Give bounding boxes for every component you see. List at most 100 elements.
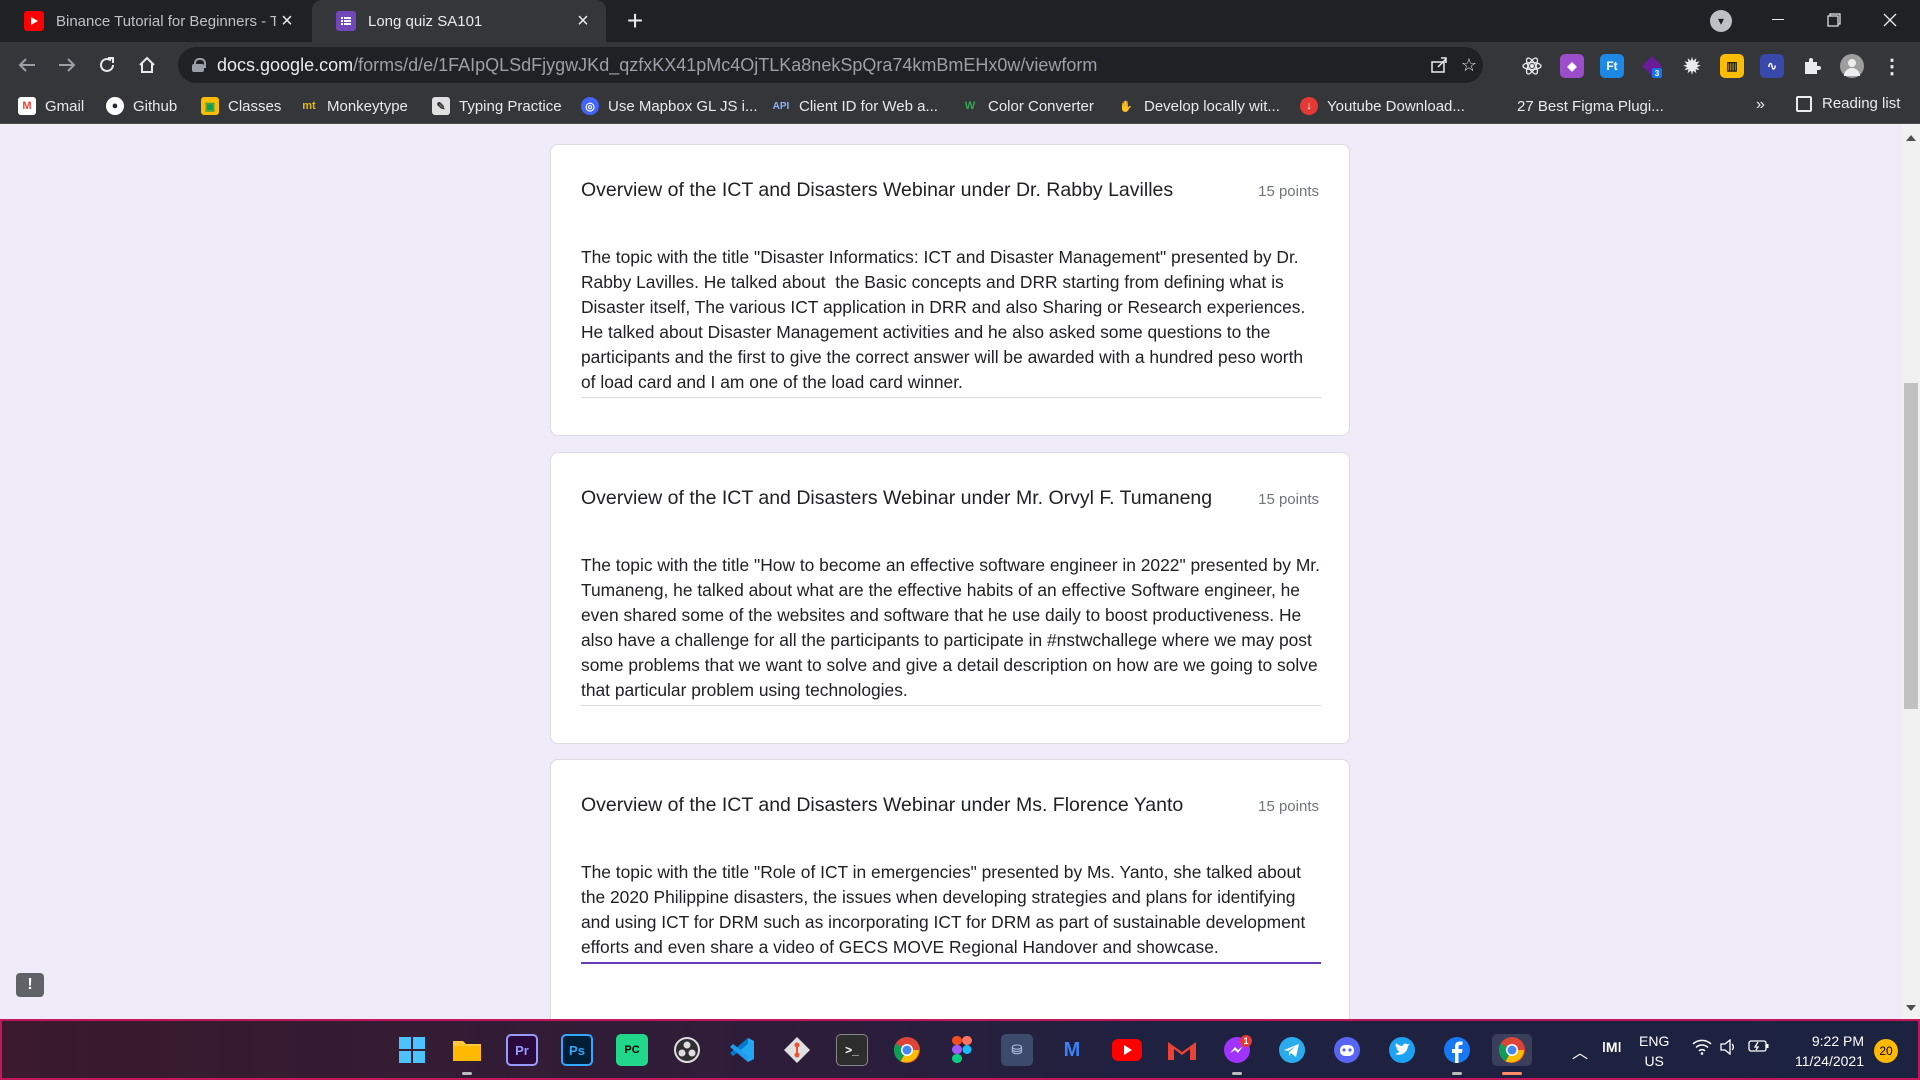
answer-textarea[interactable]: The topic with the title "Role of ICT in…: [581, 860, 1321, 964]
figma-icon[interactable]: [946, 1034, 978, 1066]
malwarebytes-icon[interactable]: M: [1056, 1034, 1088, 1066]
extension-badge-icon[interactable]: 3: [1640, 54, 1664, 78]
new-tab-button[interactable]: +: [620, 5, 650, 36]
messenger-extension-icon[interactable]: ∿: [1760, 54, 1784, 78]
bookmark-mapbox[interactable]: ◎ Use Mapbox GL JS i...: [581, 95, 758, 117]
bookmark-color-converter[interactable]: W Color Converter: [961, 95, 1094, 117]
chrome-icon[interactable]: [891, 1034, 923, 1066]
lock-icon[interactable]: [192, 58, 206, 72]
windows-taskbar: Pr Ps PC >_ ⛁ M 1 ︿ ǀMǀ ENG US 9:22 PM 1…: [0, 1019, 1920, 1080]
git-icon[interactable]: [781, 1034, 813, 1066]
bookmark-figma-plugins[interactable]: · 27 Best Figma Plugi...: [1490, 95, 1664, 117]
bookmark-label: Use Mapbox GL JS i...: [608, 97, 758, 115]
obs-icon[interactable]: [671, 1034, 703, 1066]
question-points: 15 points: [1258, 491, 1319, 508]
share-icon[interactable]: [1427, 53, 1451, 77]
gear-extension-icon[interactable]: ✹: [1680, 54, 1704, 78]
back-button[interactable]: [12, 50, 42, 80]
premiere-pro-icon[interactable]: Pr: [506, 1034, 538, 1066]
minimize-button[interactable]: [1750, 0, 1806, 40]
font-extension-icon[interactable]: Ft: [1600, 54, 1624, 78]
bookmark-typing-practice[interactable]: ✎ Typing Practice: [432, 95, 562, 117]
answer-textarea[interactable]: The topic with the title "How to become …: [581, 553, 1321, 706]
wappalyzer-icon[interactable]: ▥: [1720, 54, 1744, 78]
restore-button[interactable]: [1806, 0, 1862, 40]
windows-start-icon[interactable]: [396, 1034, 428, 1066]
file-explorer-icon[interactable]: [451, 1034, 483, 1066]
forward-button[interactable]: [52, 50, 82, 80]
bookmark-label: Github: [133, 97, 178, 115]
close-window-button[interactable]: [1862, 0, 1918, 40]
discord-icon[interactable]: [1331, 1034, 1363, 1066]
bookmark-youtube-download[interactable]: ↓ Youtube Download...: [1300, 95, 1465, 117]
svg-text:3: 3: [1655, 69, 1660, 78]
reading-list-button[interactable]: Reading list: [1796, 95, 1900, 112]
gmail-app-icon[interactable]: [1166, 1034, 1198, 1066]
volume-icon[interactable]: [1720, 1038, 1738, 1060]
telegram-icon[interactable]: [1276, 1034, 1308, 1066]
bookmark-client-id[interactable]: API Client ID for Web a...: [772, 95, 938, 117]
messenger-app-icon[interactable]: 1: [1221, 1034, 1253, 1066]
close-tab-icon[interactable]: ×: [276, 10, 298, 32]
color-picker-extension-icon[interactable]: ◆: [1560, 54, 1584, 78]
bookmark-label: Typing Practice: [459, 97, 562, 115]
url-text[interactable]: docs.google.com/forms/d/e/1FAIpQLSdFjygw…: [217, 55, 1097, 76]
home-button[interactable]: [132, 50, 162, 80]
scroll-up-arrow-icon[interactable]: [1906, 135, 1916, 141]
tab-google-forms[interactable]: Long quiz SA101 ×: [312, 0, 606, 42]
photoshop-icon[interactable]: Ps: [561, 1034, 593, 1066]
twitter-icon[interactable]: [1386, 1034, 1418, 1066]
tab-youtube[interactable]: Binance Tutorial for Beginners - T ×: [0, 0, 310, 42]
bookmark-label: Monkeytype: [327, 97, 408, 115]
profile-avatar[interactable]: [1840, 54, 1864, 78]
youtube-app-icon[interactable]: [1111, 1034, 1143, 1066]
monkeytype-icon: mt: [302, 100, 316, 112]
menu-kebab-icon[interactable]: ⋮: [1880, 54, 1904, 78]
wifi-icon[interactable]: [1692, 1039, 1712, 1060]
tab-title: Long quiz SA101: [368, 12, 483, 30]
mysql-workbench-icon[interactable]: ⛁: [1001, 1034, 1033, 1066]
facebook-icon[interactable]: [1441, 1034, 1473, 1066]
bookmark-github[interactable]: ● Github: [106, 95, 177, 117]
bookmark-develop-locally[interactable]: ✋ Develop locally wit...: [1117, 95, 1280, 117]
audio-level-icon[interactable]: ǀMǀ: [1602, 1039, 1622, 1055]
question-points: 15 points: [1258, 798, 1319, 815]
chrome-active-icon[interactable]: [1492, 1034, 1532, 1066]
svg-text:1: 1: [1243, 1036, 1248, 1046]
page-scrollbar[interactable]: [1902, 125, 1920, 1019]
chevron-up-icon[interactable]: ︿: [1572, 1039, 1588, 1063]
download-icon: ↓: [1300, 97, 1318, 115]
react-devtools-icon[interactable]: [1520, 54, 1544, 78]
scrollbar-thumb[interactable]: [1904, 383, 1918, 709]
reload-button[interactable]: [92, 50, 122, 80]
mapbox-icon: ◎: [581, 97, 599, 115]
extensions-puzzle-icon[interactable]: [1800, 54, 1824, 78]
bookmark-label: Client ID for Web a...: [799, 97, 938, 115]
figma-plugin-icon: ·: [1497, 100, 1501, 112]
vscode-icon[interactable]: [726, 1034, 758, 1066]
bookmark-monkeytype[interactable]: mt Monkeytype: [300, 95, 408, 117]
more-bookmarks-button[interactable]: »: [1756, 96, 1765, 114]
battery-icon[interactable]: [1748, 1039, 1770, 1058]
close-tab-icon[interactable]: ×: [572, 10, 594, 32]
reading-list-label: Reading list: [1822, 95, 1901, 112]
scroll-down-arrow-icon[interactable]: [1906, 1005, 1916, 1011]
notification-center-button[interactable]: 20: [1874, 1039, 1898, 1063]
bookmark-gmail[interactable]: M Gmail: [18, 95, 84, 117]
bookmark-star-icon[interactable]: ☆: [1457, 53, 1481, 77]
youtube-icon: [24, 11, 44, 31]
bookmark-label: Youtube Download...: [1327, 97, 1465, 115]
form-page: Overview of the ICT and Disasters Webina…: [0, 125, 1902, 1019]
address-bar[interactable]: docs.google.com/forms/d/e/1FAIpQLSdFjygw…: [178, 47, 1483, 83]
answer-textarea[interactable]: The topic with the title "Disaster Infor…: [581, 245, 1321, 398]
bookmark-classes[interactable]: ▣ Classes: [201, 95, 281, 117]
terminal-icon[interactable]: >_: [836, 1034, 868, 1066]
language-indicator[interactable]: ENG US: [1639, 1031, 1669, 1071]
question-title: Overview of the ICT and Disasters Webina…: [581, 794, 1184, 816]
bookmark-label: 27 Best Figma Plugi...: [1517, 97, 1664, 115]
pycharm-icon[interactable]: PC: [616, 1034, 648, 1066]
feedback-icon[interactable]: !: [16, 973, 44, 997]
bookmark-label: Develop locally wit...: [1144, 97, 1280, 115]
tab-search-icon[interactable]: ▾: [1710, 10, 1732, 32]
system-clock[interactable]: 9:22 PM 11/24/2021: [1788, 1031, 1864, 1071]
